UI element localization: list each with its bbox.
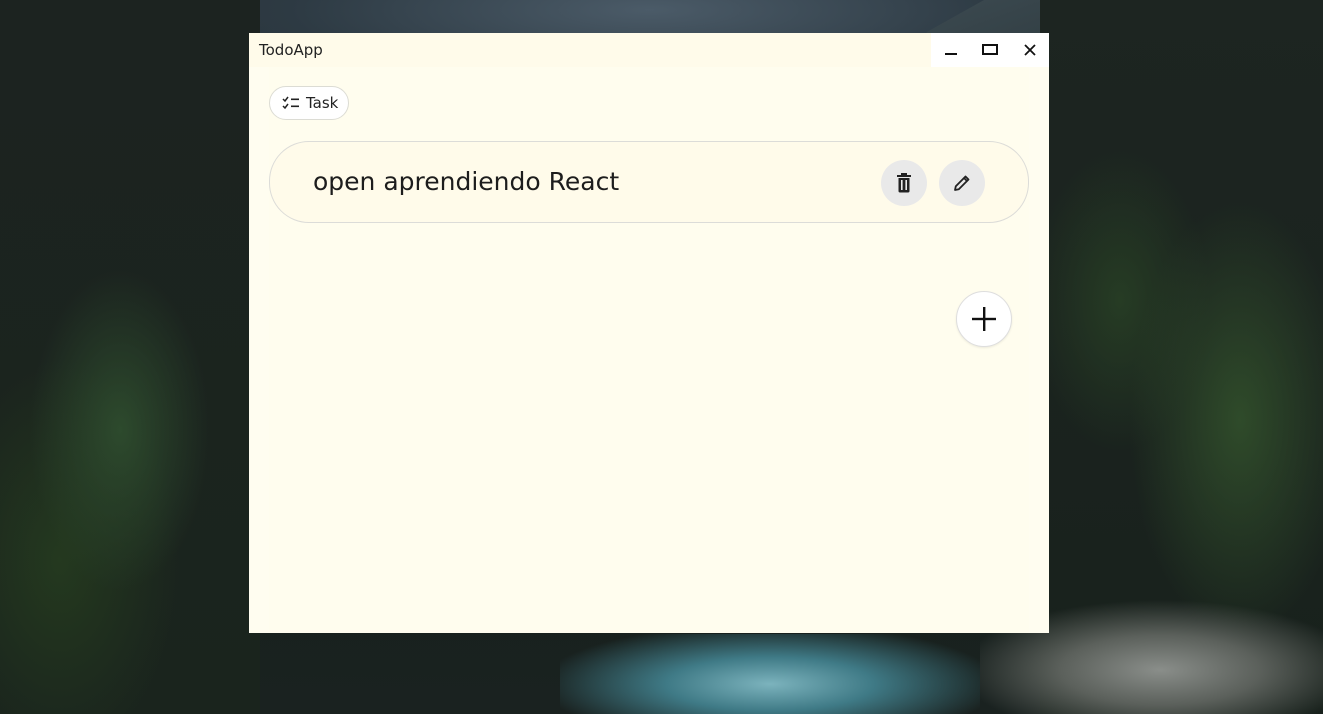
minimize-button[interactable] <box>931 33 970 67</box>
task-card[interactable]: open aprendiendo React <box>269 141 1029 223</box>
pencil-icon <box>954 175 970 191</box>
wallpaper-river <box>560 634 980 714</box>
maximize-icon <box>981 44 998 55</box>
delete-task-button[interactable] <box>881 160 927 206</box>
close-button[interactable] <box>1010 33 1049 67</box>
minimize-icon <box>944 53 957 55</box>
close-icon <box>1023 44 1036 56</box>
trash-icon <box>897 173 911 193</box>
main-content: Task open aprendiendo React <box>269 67 1029 633</box>
task-title: open aprendiendo React <box>313 167 620 196</box>
edit-task-button[interactable] <box>939 160 985 206</box>
window-title: TodoApp <box>259 41 323 59</box>
task-filter-chip[interactable]: Task <box>269 86 349 120</box>
task-filter-label: Task <box>306 94 339 112</box>
wallpaper-forest-left <box>0 0 260 714</box>
plus-icon <box>972 307 996 331</box>
window-controls <box>931 33 1049 67</box>
title-bar[interactable]: TodoApp <box>249 33 1049 67</box>
maximize-button[interactable] <box>970 33 1009 67</box>
checklist-icon <box>282 96 299 110</box>
app-window: TodoApp Task open aprendiendo React <box>249 33 1049 633</box>
add-task-button[interactable] <box>956 291 1012 347</box>
